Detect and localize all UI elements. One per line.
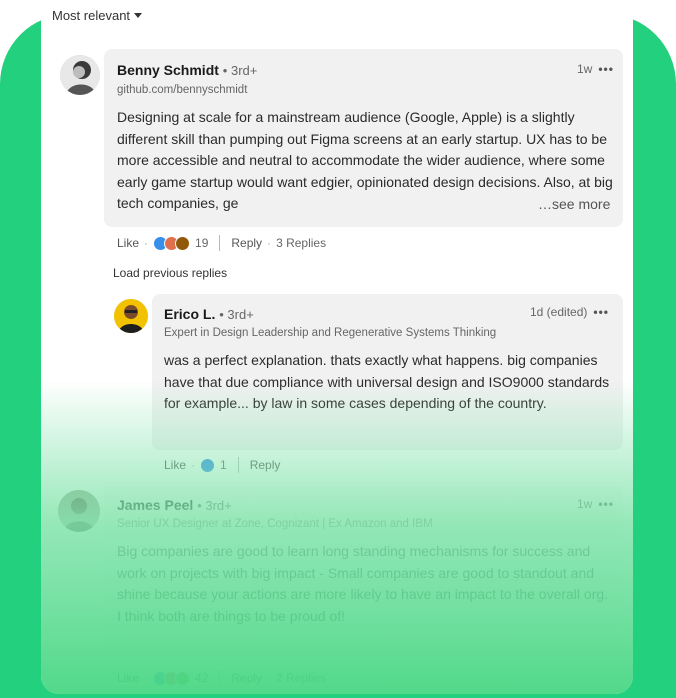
separator: · — [191, 458, 196, 472]
timestamp: 1d (edited) — [530, 305, 588, 319]
comment-actions: Like · 42 Reply · 2 Replies — [117, 670, 326, 686]
timestamp: 1w — [577, 62, 593, 76]
separator: · — [144, 671, 149, 685]
separator: · — [267, 671, 272, 685]
divider — [237, 457, 239, 473]
sort-dropdown[interactable]: Most relevant — [52, 8, 143, 23]
commenter-name[interactable]: Benny Schmidt • 3rd+ — [117, 62, 257, 78]
commenter-headline: github.com/bennyschmidt — [117, 84, 248, 96]
reply-button[interactable]: Reply — [231, 236, 262, 250]
replier-name[interactable]: Erico L. • 3rd+ — [164, 306, 254, 322]
name-text: James Peel — [117, 497, 194, 513]
name-text: Benny Schmidt — [117, 62, 219, 78]
reply-actions: Like · 1 Reply — [164, 457, 280, 473]
name-text: Erico L. — [164, 306, 216, 322]
comment-actions: Like · 19 Reply · 3 Replies — [117, 235, 326, 251]
see-more-link[interactable]: …see more — [532, 194, 611, 216]
comment-meta: 1w ••• — [577, 497, 614, 511]
load-previous-replies-link[interactable]: Load previous replies — [113, 266, 227, 280]
like-button[interactable]: Like — [117, 236, 139, 250]
reaction-count: 19 — [195, 236, 209, 250]
more-options-icon[interactable]: ••• — [598, 497, 614, 511]
separator: · — [144, 236, 149, 250]
reaction-count: 1 — [220, 458, 227, 472]
like-button[interactable]: Like — [117, 671, 139, 685]
replies-count-link[interactable]: 2 Replies — [276, 671, 326, 685]
avatar[interactable] — [58, 490, 100, 532]
reaction-count: 42 — [195, 671, 209, 685]
like-button[interactable]: Like — [164, 458, 186, 472]
reply-button[interactable]: Reply — [250, 458, 281, 472]
connection-degree: • 3rd+ — [219, 307, 254, 322]
connection-degree: • 3rd+ — [197, 498, 232, 513]
timestamp: 1w — [577, 497, 593, 511]
replier-headline: Expert in Design Leadership and Regenera… — [164, 327, 497, 339]
celebrate-reaction-icon — [175, 670, 191, 686]
commenter-headline: Senior UX Designer at Zone, Cognizant | … — [117, 518, 433, 530]
reactions-icons[interactable] — [200, 457, 216, 473]
comment-text-paragraph: Big companies are good to learn long sta… — [117, 543, 609, 602]
more-options-icon[interactable]: ••• — [593, 305, 609, 319]
comments-card: Most relevant Benny Schmidt • 3rd+ githu… — [41, 0, 633, 694]
avatar[interactable] — [60, 55, 100, 95]
avatar[interactable] — [114, 299, 148, 333]
sort-label: Most relevant — [52, 8, 131, 23]
commenter-name[interactable]: James Peel • 3rd+ — [117, 497, 232, 513]
comment-meta: 1w ••• — [577, 62, 614, 76]
reactions-icons[interactable] — [153, 670, 191, 686]
reply-text: was a perfect explanation. thats exactly… — [164, 352, 610, 411]
divider — [219, 670, 221, 686]
caret-down-icon — [134, 13, 143, 18]
insightful-reaction-icon — [175, 235, 191, 251]
reply-button[interactable]: Reply — [231, 671, 262, 685]
separator: · — [267, 236, 272, 250]
connection-degree: • 3rd+ — [222, 63, 258, 78]
comment-text: Big companies are good to learn long sta… — [117, 541, 611, 627]
reactions-icons[interactable] — [153, 235, 191, 251]
replies-count-link[interactable]: 3 Replies — [276, 236, 326, 250]
more-options-icon[interactable]: ••• — [598, 62, 614, 76]
divider — [219, 235, 221, 251]
like-reaction-icon — [200, 457, 216, 473]
comment-text-paragraph: I think both are things to be proud of! — [117, 607, 346, 624]
reply-meta: 1d (edited) ••• — [530, 305, 609, 319]
